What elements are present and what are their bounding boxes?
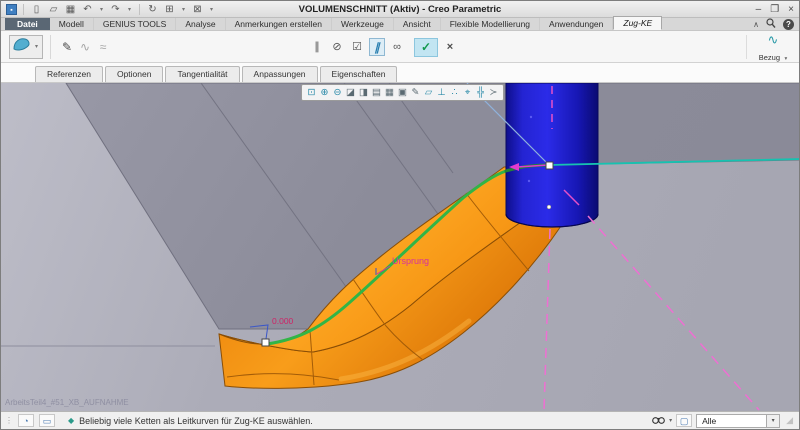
- zoom-out-icon[interactable]: ⊖: [332, 86, 343, 100]
- points-display-icon[interactable]: ∴: [449, 86, 460, 100]
- minimize-button[interactable]: –: [756, 2, 762, 17]
- sketch-icon[interactable]: ✎: [58, 35, 76, 59]
- datum-point: [529, 115, 533, 119]
- zoom-in-icon[interactable]: ⊕: [319, 86, 330, 100]
- selection-filter-icon[interactable]: ≻: [488, 86, 499, 100]
- binoculars-icon[interactable]: [652, 415, 665, 427]
- datum-group-label: Bezug: [758, 53, 781, 62]
- tab-genius-tools[interactable]: GENIUS TOOLS: [94, 18, 177, 30]
- sweep-type-caret[interactable]: ▾: [33, 43, 40, 50]
- planes-display-icon[interactable]: ▱: [423, 86, 434, 100]
- undo-icon[interactable]: ↶: [81, 2, 94, 17]
- title-bar: ▪ ▯ ▱ ▦ ↶ ▾ ↷ ▾ ↻ ⊞ ▾ ⊠ ▾ VOLUMENSCHNITT…: [1, 1, 799, 18]
- redo-caret[interactable]: ▾: [126, 6, 133, 13]
- datum-curve-icon: ∿: [767, 32, 779, 47]
- divider: [139, 3, 140, 15]
- divider: [23, 3, 24, 15]
- drag-handle-start[interactable]: [261, 338, 270, 347]
- status-bar: ⋮ ◔ ▭ ◆ Beliebig viele Ketten als Leitku…: [1, 411, 799, 429]
- datum-point: [527, 179, 531, 183]
- verify-icon[interactable]: ☑: [349, 38, 365, 56]
- creo-window: ▪ ▯ ▱ ▦ ↶ ▾ ↷ ▾ ↻ ⊞ ▾ ⊠ ▾ VOLUMENSCHNITT…: [0, 0, 800, 430]
- close-button[interactable]: ×: [788, 2, 794, 17]
- datum-group-button[interactable]: ∿ Bezug ▾: [751, 32, 795, 65]
- sash-icon[interactable]: ▭: [39, 414, 55, 427]
- tab-anwendungen[interactable]: Anwendungen: [540, 18, 614, 30]
- chain-icon[interactable]: ∿: [76, 35, 94, 59]
- model-name-watermark: ArbeitsTeil4_#51_XB_AUFNAHME: [5, 398, 129, 407]
- prompt-icon: ◆: [68, 416, 75, 425]
- divider: [746, 35, 747, 59]
- collapse-ribbon-icon[interactable]: ∧: [753, 20, 759, 29]
- tab-werkzeuge[interactable]: Werkzeuge: [332, 18, 394, 30]
- maximize-button[interactable]: ❐: [770, 2, 779, 17]
- dashboard-controls: ∥ ⊘ ☑ ∥ ∞ ✓ ×: [309, 31, 458, 63]
- saved-orientations-icon[interactable]: ▤: [371, 86, 382, 100]
- drag-handle-end[interactable]: [545, 161, 554, 170]
- datum-group-caret[interactable]: ▾: [784, 56, 787, 62]
- tab-anmerkungen[interactable]: Anmerkungen erstellen: [226, 18, 332, 30]
- statusbar-grip[interactable]: ⋮: [5, 416, 13, 425]
- ribbon-tab-bar: Datei Modell GENIUS TOOLS Analyse Anmerk…: [1, 16, 799, 31]
- named-views-icon[interactable]: ◪: [345, 86, 356, 100]
- origin-label: Ursprung: [392, 256, 429, 266]
- confirm-button[interactable]: ✓: [414, 37, 438, 57]
- tab-referenzen[interactable]: Referenzen: [35, 66, 103, 82]
- windows-caret[interactable]: ▾: [180, 6, 187, 13]
- guide-icon[interactable]: ≈: [94, 35, 112, 59]
- tab-optionen[interactable]: Optionen: [104, 66, 164, 82]
- regenerate-icon[interactable]: ↻: [146, 2, 159, 17]
- cancel-feature-button[interactable]: ×: [442, 41, 458, 53]
- status-message: Beliebig viele Ketten als Leitkurven für…: [79, 415, 313, 426]
- select-box-icon[interactable]: ▢: [676, 414, 693, 427]
- in-graphics-toolbar: ⊡ ⊕ ⊖ ◪ ◨ ▤ ▦ ▣ ✎ ▱ ⊥ ∴ ⌖ ╬ ≻: [301, 84, 504, 101]
- tab-anpassungen[interactable]: Anpassungen: [241, 66, 318, 82]
- no-preview-icon[interactable]: ⊘: [329, 38, 345, 56]
- app-icon[interactable]: ▪: [6, 3, 17, 15]
- sweep-type-button[interactable]: ▾: [9, 34, 43, 59]
- refit-icon[interactable]: ⊡: [306, 86, 317, 100]
- customize-qat-caret[interactable]: ▾: [208, 6, 215, 13]
- browser-icon[interactable]: ◔: [18, 414, 34, 427]
- tab-ansicht[interactable]: Ansicht: [394, 18, 441, 30]
- undo-caret[interactable]: ▾: [98, 6, 105, 13]
- open-icon[interactable]: ▱: [47, 2, 60, 17]
- spin-center-icon[interactable]: ╬: [475, 86, 486, 100]
- datum-point-handle[interactable]: [546, 204, 552, 210]
- axes-display-icon[interactable]: ⊥: [436, 86, 447, 100]
- selection-filter-value: Alle: [702, 415, 717, 426]
- tab-analyse[interactable]: Analyse: [176, 18, 226, 30]
- close-window-icon[interactable]: ⊠: [191, 2, 204, 17]
- dashboard-panel-tabs: Referenzen Optionen Tangentialität Anpas…: [1, 63, 799, 83]
- pause-icon[interactable]: ∥: [309, 38, 325, 56]
- annotations-icon[interactable]: ✎: [410, 86, 421, 100]
- tab-datei[interactable]: Datei: [5, 18, 50, 30]
- new-file-icon[interactable]: ▯: [30, 2, 43, 17]
- find-caret[interactable]: ▾: [669, 417, 672, 424]
- tab-eigenschaften[interactable]: Eigenschaften: [319, 66, 398, 82]
- sweep-icon: [12, 36, 32, 57]
- resize-grip[interactable]: ◢: [786, 415, 793, 426]
- tab-flexible-modellierung[interactable]: Flexible Modellierung: [441, 18, 541, 30]
- selection-filter-select[interactable]: Alle ▾: [696, 413, 781, 428]
- graphics-viewport[interactable]: 0.000 Ursprung ArbeitsTeil4_#51_XB_AUFNA…: [1, 83, 799, 411]
- display-style-icon[interactable]: ◨: [358, 86, 369, 100]
- tab-modell[interactable]: Modell: [50, 18, 94, 30]
- save-icon[interactable]: ▦: [64, 2, 77, 17]
- preview-toggle-icon[interactable]: ∥: [369, 38, 385, 56]
- view-manager-icon[interactable]: ▦: [384, 86, 395, 100]
- dimension-value[interactable]: 0.000: [272, 316, 294, 326]
- sweep-dashboard: ▾ ✎ ∿ ≈ ∥ ⊘ ☑ ∥ ∞ ✓ × ∿ Bezug ▾: [1, 31, 799, 63]
- selection-filter-caret[interactable]: ▾: [766, 414, 780, 427]
- glasses-icon[interactable]: ∞: [389, 38, 405, 56]
- csys-display-icon[interactable]: ⌖: [462, 86, 473, 100]
- tab-zug-ke[interactable]: Zug-KE: [613, 16, 663, 30]
- divider: [50, 34, 51, 59]
- redo-icon[interactable]: ↷: [109, 2, 122, 17]
- tab-tangentialitaet[interactable]: Tangentialität: [165, 66, 240, 82]
- capture-icon[interactable]: ▣: [397, 86, 408, 100]
- windows-icon[interactable]: ⊞: [163, 2, 176, 17]
- help-icon[interactable]: ?: [783, 19, 794, 30]
